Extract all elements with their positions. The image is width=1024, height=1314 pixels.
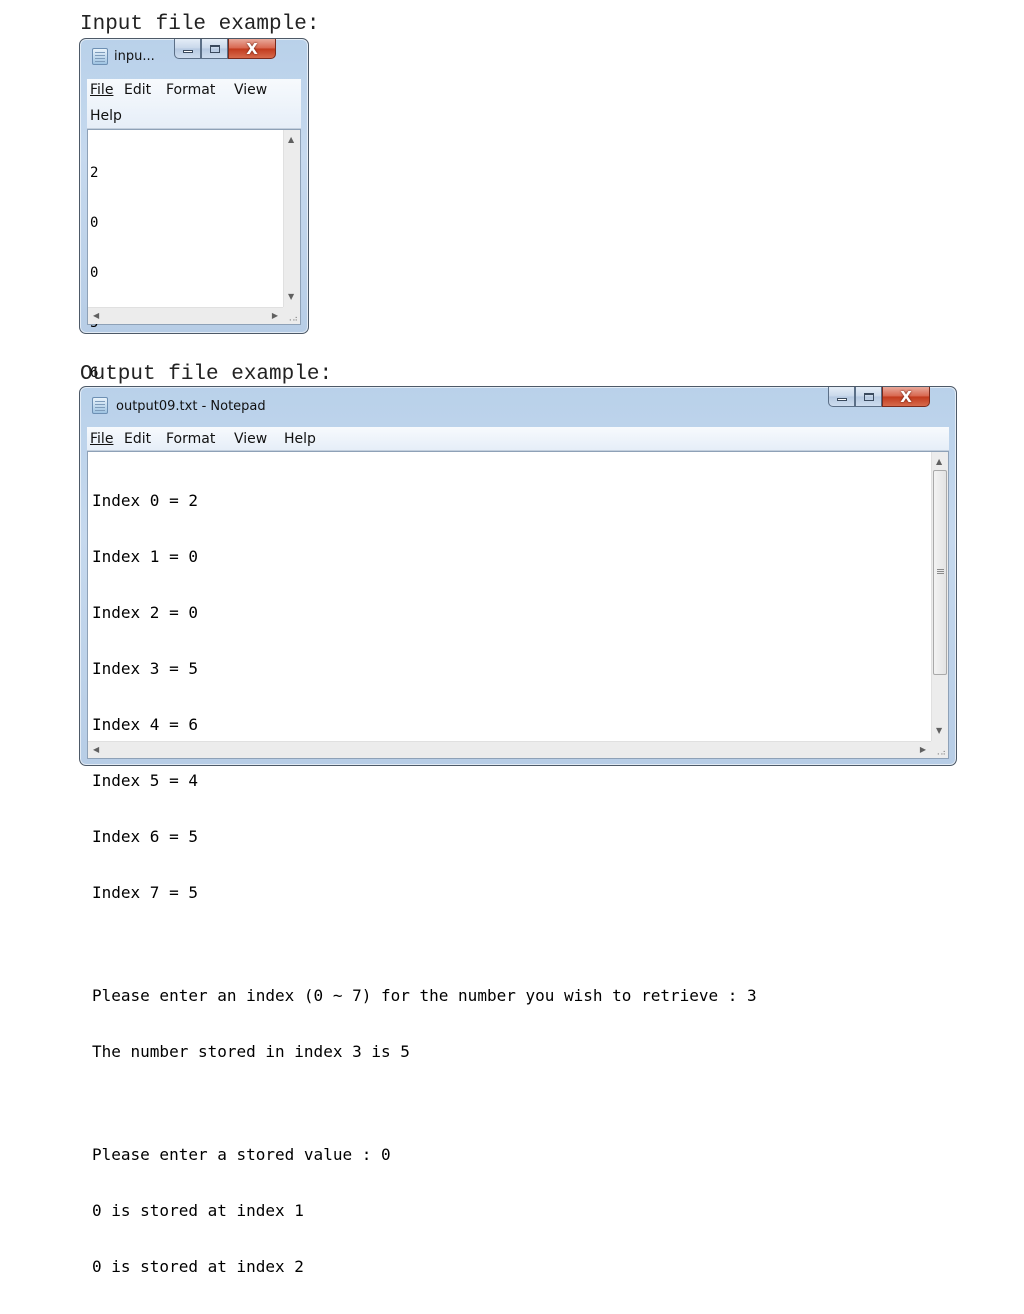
text-line: Index 2 = 0 [92, 603, 198, 622]
resize-grip-icon[interactable] [931, 741, 948, 758]
input-title-bar[interactable]: inpu... X [80, 39, 308, 71]
menu-help-label: Help [284, 431, 316, 447]
output-example-caption: Output file example: [80, 363, 333, 386]
text-line: Index 3 = 5 [92, 659, 198, 678]
text-line: Please enter an index (0 ~ 7) for the nu… [92, 986, 757, 1005]
output-text-content[interactable]: Index 0 = 2 Index 1 = 0 Index 2 = 0 Inde… [92, 454, 757, 1314]
close-icon: X [246, 39, 258, 58]
minimize-button[interactable] [174, 39, 201, 59]
menu-view[interactable]: View [234, 430, 267, 448]
text-line: 0 [90, 215, 99, 231]
input-window-title: inpu... [114, 49, 155, 64]
scroll-left-icon[interactable]: ◀ [93, 312, 99, 320]
menu-edit[interactable]: Edit [124, 81, 151, 99]
menu-view-label: View [234, 431, 268, 447]
menu-help[interactable]: Help [90, 107, 122, 125]
menu-format-label: Format [166, 431, 216, 447]
menu-help[interactable]: Help [284, 430, 316, 448]
menu-edit-label: Edit [124, 82, 152, 98]
menu-edit[interactable]: Edit [124, 430, 151, 448]
menu-file-label: File [90, 82, 114, 98]
text-line: 0 is stored at index 1 [92, 1201, 304, 1220]
scroll-up-icon[interactable]: ▲ [288, 136, 294, 144]
menu-view[interactable]: View [234, 81, 267, 99]
text-line: Please enter a stored value : 0 [92, 1145, 391, 1164]
menu-file[interactable]: File [90, 430, 113, 448]
close-icon: X [900, 387, 912, 406]
scroll-up-icon[interactable]: ▲ [936, 458, 942, 466]
horizontal-scrollbar[interactable]: ◀ ▶ [88, 307, 283, 324]
menu-format[interactable]: Format [166, 430, 215, 448]
input-menu-bar: File Edit Format View Help [87, 79, 301, 129]
text-line: Index 6 = 5 [92, 827, 198, 846]
scroll-down-icon[interactable]: ▼ [936, 727, 942, 735]
maximize-button[interactable] [855, 387, 882, 407]
notepad-icon [92, 397, 108, 414]
menu-view-label: View [234, 82, 268, 98]
notepad-icon [92, 48, 108, 65]
maximize-icon [863, 392, 874, 401]
input-text-editor[interactable]: 2 0 0 5 6 4 5 5 ▲ ▼ ◀ ▶ [87, 129, 301, 531]
scroll-left-icon[interactable]: ◀ [93, 746, 99, 754]
menu-help-label: Help [90, 108, 122, 124]
vertical-scroll-thumb[interactable] [933, 470, 947, 675]
maximize-button[interactable] [201, 39, 228, 59]
scroll-grip-icon [937, 569, 944, 570]
text-line: Index 7 = 5 [92, 883, 198, 902]
output-menu-bar: File Edit Format View Help [87, 427, 949, 451]
text-line: Index 5 = 4 [92, 771, 198, 790]
minimize-icon [836, 398, 847, 401]
menu-file-label: File [90, 431, 114, 447]
vertical-scrollbar[interactable]: ▲ ▼ [283, 130, 300, 307]
close-button[interactable]: X [228, 39, 276, 59]
resize-grip-icon[interactable] [283, 307, 300, 324]
text-line: 0 is stored at index 2 [92, 1257, 304, 1276]
vertical-scrollbar[interactable]: ▲ ▼ [931, 452, 948, 741]
scroll-down-icon[interactable]: ▼ [288, 293, 294, 301]
menu-format-label: Format [166, 82, 216, 98]
text-line: 0 [90, 265, 99, 281]
text-line: Index 1 = 0 [92, 547, 198, 566]
input-notepad-window[interactable]: inpu... X File Edit Format View Help 2 0… [79, 38, 309, 531]
output-text-editor[interactable]: Index 0 = 2 Index 1 = 0 Index 2 = 0 Inde… [87, 451, 949, 1276]
text-line: Index 0 = 2 [92, 491, 198, 510]
scroll-right-icon[interactable]: ▶ [920, 746, 926, 754]
output-notepad-window[interactable]: output09.txt - Notepad X File Edit Forma… [79, 386, 957, 1276]
text-line: 2 [90, 165, 99, 181]
maximize-icon [209, 44, 220, 53]
output-title-bar[interactable]: output09.txt - Notepad X [80, 387, 956, 419]
minimize-icon [182, 50, 193, 53]
close-button[interactable]: X [882, 387, 930, 407]
text-line: The number stored in index 3 is 5 [92, 1042, 410, 1061]
horizontal-scrollbar[interactable]: ◀ ▶ [88, 741, 931, 758]
input-example-caption: Input file example: [80, 13, 320, 36]
scroll-right-icon[interactable]: ▶ [272, 312, 278, 320]
output-window-title: output09.txt - Notepad [116, 399, 266, 414]
minimize-button[interactable] [828, 387, 855, 407]
menu-format[interactable]: Format [166, 81, 215, 99]
text-line: Index 4 = 6 [92, 715, 198, 734]
menu-edit-label: Edit [124, 431, 152, 447]
menu-file[interactable]: File [90, 81, 113, 99]
